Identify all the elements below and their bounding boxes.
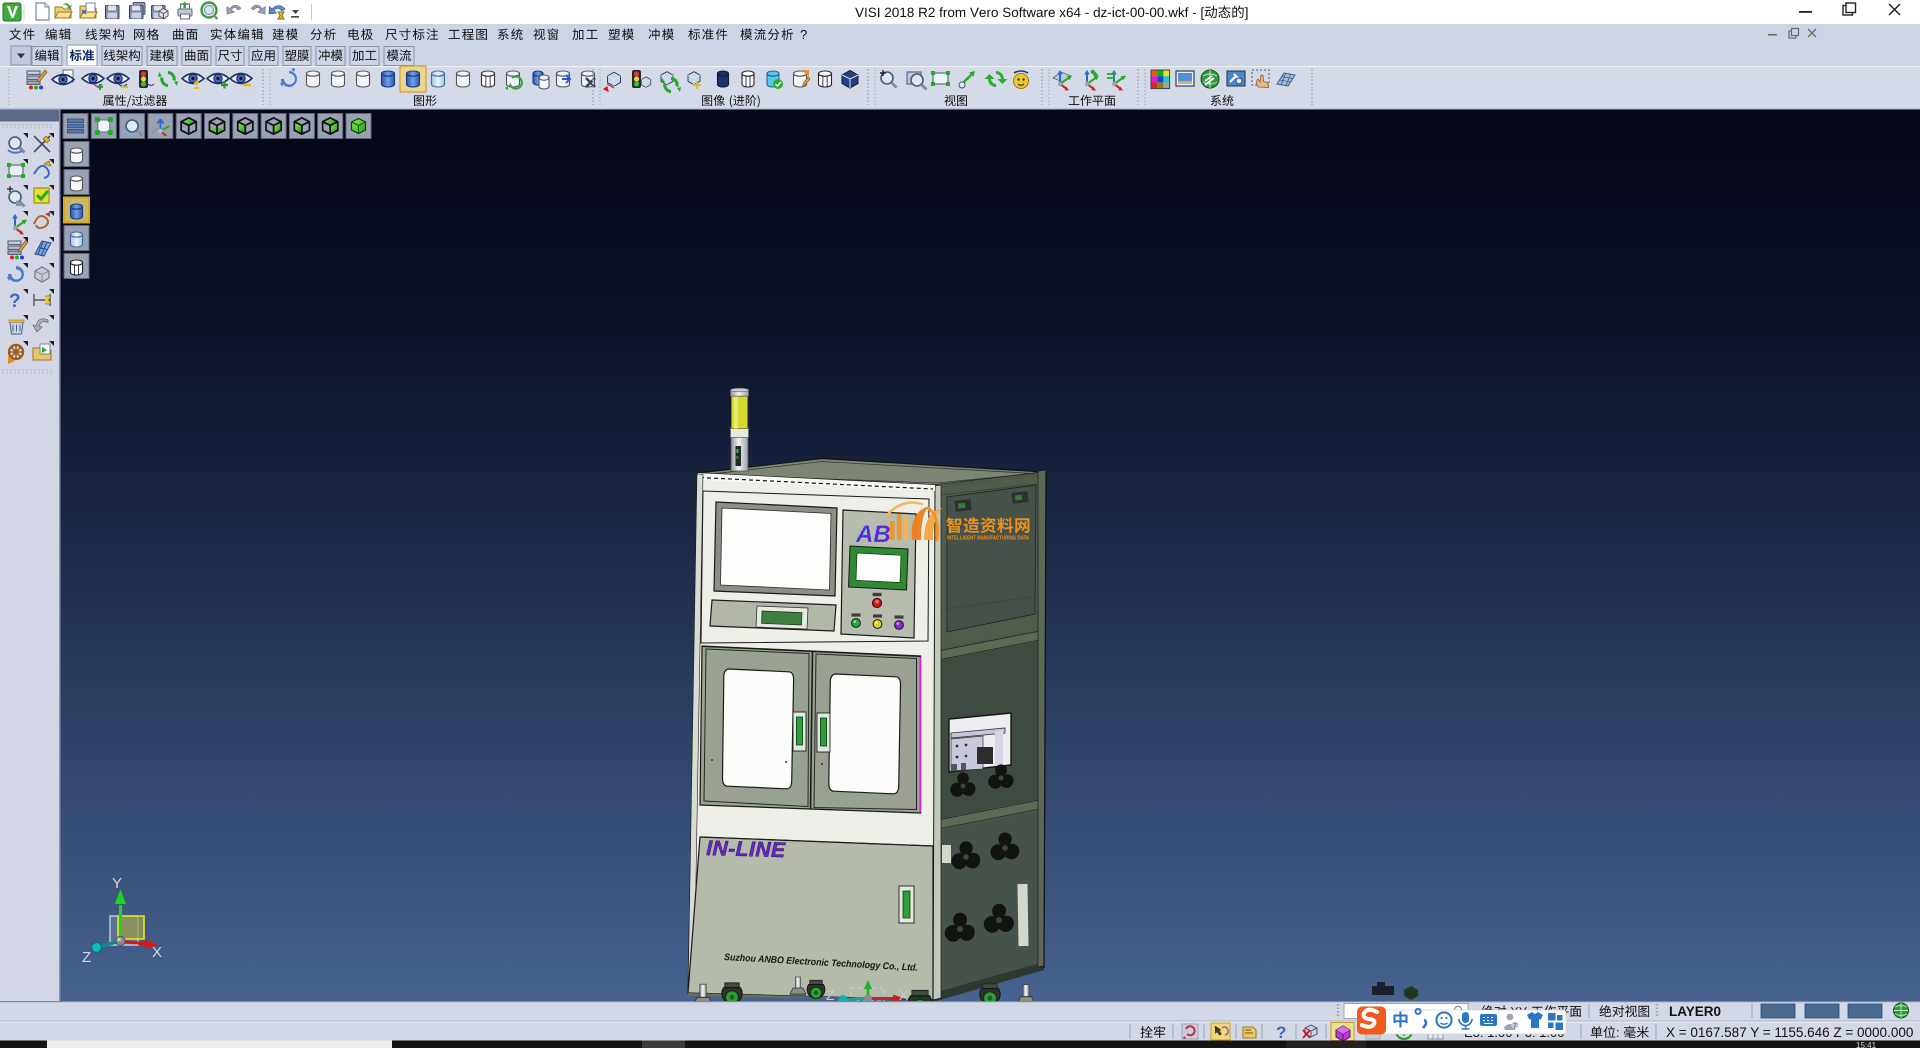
svg-text:7: 7 bbox=[1513, 1023, 1517, 1030]
svg-text:15:41: 15:41 bbox=[1856, 1041, 1877, 1048]
svg-text:Z: Z bbox=[826, 987, 835, 1003]
svg-text:IN-LINE: IN-LINE bbox=[706, 837, 786, 862]
svg-text:?: ? bbox=[1276, 1023, 1286, 1042]
svg-text:AB: AB bbox=[855, 521, 891, 548]
svg-text:Y: Y bbox=[112, 875, 122, 892]
svg-text:INTELLIGENT MANUFACTURING DATA: INTELLIGENT MANUFACTURING DATA bbox=[947, 536, 1029, 542]
svg-text:Z: Z bbox=[82, 949, 91, 966]
svg-text:X: X bbox=[152, 944, 162, 961]
svg-text:LAYER0: LAYER0 bbox=[1669, 1004, 1721, 1019]
svg-text:X: X bbox=[899, 987, 909, 1003]
svg-text:X = 0167.587 Y = 1155.646 Z =: X = 0167.587 Y = 1155.646 Z = 0000.000 bbox=[1666, 1025, 1913, 1040]
svg-text:?: ? bbox=[9, 291, 21, 312]
svg-text:?: ? bbox=[800, 27, 807, 42]
